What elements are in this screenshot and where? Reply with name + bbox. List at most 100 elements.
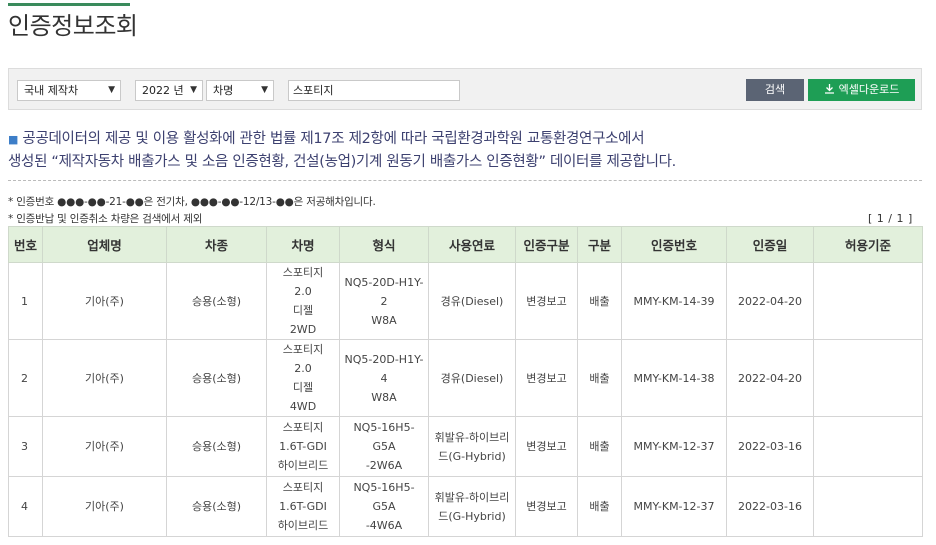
chevron-down-icon: ▼ xyxy=(261,85,268,95)
fuel-cell-line: 휘발유-하이브리 xyxy=(434,430,510,444)
vehicle-name-cell-line: 스포티지 xyxy=(282,266,324,279)
model-cell: NQ5-16H5-G5A -4W6A xyxy=(339,476,429,537)
table-row: 1 기아(주) 승용(소형) 스포티지 2.0 디젤 2WD NQ5-20D-H1Y-2 W8A… xyxy=(8,262,923,340)
model-cell: NQ5-16H5-G5A -2W6A xyxy=(339,416,429,477)
table-row: 2 기아(주) 승용(소형) 스포티지 2.0 디젤 4WD NQ5-20D-H1Y-4 W8A… xyxy=(8,339,923,417)
column-header: 인증구분 xyxy=(515,226,578,263)
fuel-cell-line: 경유(Diesel) xyxy=(440,294,504,308)
vehicle-name-cell-line: 4WD xyxy=(289,400,317,413)
cert-number-cell: MMY-KM-12-37 xyxy=(621,416,727,477)
maker-cell: 기아(주) xyxy=(42,416,167,477)
search-button[interactable]: 검색 xyxy=(746,79,804,101)
vehicle-type-cell: 승용(소형) xyxy=(166,476,267,537)
column-header: 허용기준 xyxy=(813,226,923,263)
cert-kind-cell: 변경보고 xyxy=(515,476,578,537)
column-header: 차종 xyxy=(166,226,267,263)
vehicle-name-cell-line: 스포티지 xyxy=(282,481,324,494)
model-cell-line: W8A xyxy=(371,313,397,327)
footnote-excluded: * 인증반납 및 인증취소 차량은 검색에서 제외 xyxy=(8,213,203,225)
row-number: 4 xyxy=(8,476,43,537)
fuel-cell-line: 휘발유-하이브리 xyxy=(434,490,510,504)
vehicle-name-cell-line: 하이브리드 xyxy=(277,519,329,532)
table-row: 3 기아(주) 승용(소형) 스포티지 1.6T-GDI 하이브리드 NQ5-16H5-G5… xyxy=(8,416,923,477)
fuel-cell-line: 드(G-Hybrid) xyxy=(438,449,506,463)
table-header-row: 번호 업체명 차종 차명 형식 사용연료 인증구분 구분 인증번호 인증일 허용기준 xyxy=(8,226,923,263)
origin-select[interactable]: 국내 제작차 ▼ xyxy=(17,80,121,101)
column-header: 형식 xyxy=(339,226,429,263)
model-cell: NQ5-20D-H1Y-4 W8A xyxy=(339,339,429,417)
excel-download-button[interactable]: 엑셀다운로드 xyxy=(808,79,915,101)
row-number: 3 xyxy=(8,416,43,477)
cert-date-cell: 2022-03-16 xyxy=(726,476,814,537)
cert-number-cell: MMY-KM-12-37 xyxy=(621,476,727,537)
column-header: 번호 xyxy=(8,226,43,263)
table-body: 1 기아(주) 승용(소형) 스포티지 2.0 디젤 2WD NQ5-20D-H1Y-2 W8A… xyxy=(8,262,923,537)
cert-number-cell: MMY-KM-14-38 xyxy=(621,339,727,417)
category-cell: 배출 xyxy=(577,339,622,417)
cert-kind-cell: 변경보고 xyxy=(515,416,578,477)
vehicle-name-cell: 스포티지 1.6T-GDI 하이브리드 xyxy=(266,476,340,537)
fuel-cell: 경유(Diesel) xyxy=(428,262,516,340)
vehicle-type-cell: 승용(소형) xyxy=(166,416,267,477)
notice-line-2: 생성된 “제작자동차 배출가스 및 소음 인증현황, 건설(농업)기계 원동기 … xyxy=(8,154,676,170)
vehicle-type-cell: 승용(소형) xyxy=(166,339,267,417)
standard-cell xyxy=(813,339,923,417)
standard-cell xyxy=(813,416,923,477)
vehicle-name-cell-line: 2.0 xyxy=(294,362,312,375)
cert-kind-cell: 변경보고 xyxy=(515,339,578,417)
vehicle-name-cell-line: 디젤 xyxy=(292,304,314,317)
fuel-cell: 휘발유-하이브리드(G-Hybrid) xyxy=(428,416,516,477)
notice-line-1: 공공데이터의 제공 및 이용 활성화에 관한 법률 제17조 제2항에 따라 국… xyxy=(22,131,645,147)
cert-date-cell: 2022-03-16 xyxy=(726,416,814,477)
column-header: 구분 xyxy=(577,226,622,263)
vehicle-name-cell-line: 디젤 xyxy=(292,381,314,394)
field-select[interactable]: 차명 ▼ xyxy=(206,80,274,101)
results-table: 번호 업체명 차종 차명 형식 사용연료 인증구분 구분 인증번호 인증일 허용기준 1 기아(주) 승… xyxy=(8,226,923,537)
cert-kind-cell: 변경보고 xyxy=(515,262,578,340)
page-title: 인증정보조회 xyxy=(8,12,138,40)
model-cell-line: W8A xyxy=(371,390,397,404)
vehicle-name-cell-line: 2.0 xyxy=(294,285,312,298)
origin-select-value: 국내 제작차 xyxy=(24,84,79,97)
excel-download-label: 엑셀다운로드 xyxy=(838,83,900,96)
vehicle-name-cell-line: 스포티지 xyxy=(282,421,324,434)
column-header: 업체명 xyxy=(42,226,167,263)
field-select-value: 차명 xyxy=(213,84,234,97)
search-input[interactable]: 스포티지 xyxy=(288,80,460,101)
model-cell-line: NQ5-16H5-G5A xyxy=(353,421,415,453)
chevron-down-icon: ▼ xyxy=(190,85,197,95)
divider xyxy=(8,180,922,181)
vehicle-name-cell: 스포티지 1.6T-GDI 하이브리드 xyxy=(266,416,340,477)
standard-cell xyxy=(813,476,923,537)
vehicle-type-cell: 승용(소형) xyxy=(166,262,267,340)
row-number: 2 xyxy=(8,339,43,417)
category-cell: 배출 xyxy=(577,262,622,340)
vehicle-name-cell: 스포티지 2.0 디젤 2WD xyxy=(266,262,340,340)
data-notice: ■ 공공데이터의 제공 및 이용 활성화에 관한 법률 제17조 제2항에 따라… xyxy=(8,128,676,173)
model-cell-line: NQ5-20D-H1Y-4 xyxy=(344,352,424,385)
vehicle-name-cell-line: 2WD xyxy=(289,323,317,336)
vehicle-name-cell-line: 1.6T-GDI xyxy=(279,440,327,453)
column-header: 차명 xyxy=(266,226,340,263)
model-cell-line: -4W6A xyxy=(365,519,403,532)
standard-cell xyxy=(813,262,923,340)
search-panel: 국내 제작차 ▼ 2022 년 ▼ 차명 ▼ 스포티지 검색 엑셀다운로드 xyxy=(8,68,922,110)
column-header: 사용연료 xyxy=(428,226,516,263)
row-number: 1 xyxy=(8,262,43,340)
page-indicator: [ 1 / 1 ] xyxy=(868,212,913,225)
fuel-cell-line: 드(G-Hybrid) xyxy=(438,509,506,523)
cert-number-cell: MMY-KM-14-39 xyxy=(621,262,727,340)
download-icon xyxy=(824,84,834,94)
cert-date-cell: 2022-04-20 xyxy=(726,339,814,417)
model-cell-line: NQ5-20D-H1Y-2 xyxy=(344,275,424,308)
year-select[interactable]: 2022 년 ▼ xyxy=(135,80,203,101)
footnote-cert-number: * 인증번호 ●●●-●●-21-●●은 전기차, ●●●-●●-12/13-●… xyxy=(8,196,376,208)
vehicle-name-cell-line: 하이브리드 xyxy=(277,459,329,472)
vehicle-name-cell-line: 1.6T-GDI xyxy=(279,500,327,513)
column-header: 인증일 xyxy=(726,226,814,263)
vehicle-name-cell-line: 스포티지 xyxy=(282,343,324,356)
bullet-icon: ■ xyxy=(8,133,19,146)
fuel-cell-line: 경유(Diesel) xyxy=(440,371,504,385)
fuel-cell: 경유(Diesel) xyxy=(428,339,516,417)
maker-cell: 기아(주) xyxy=(42,339,167,417)
